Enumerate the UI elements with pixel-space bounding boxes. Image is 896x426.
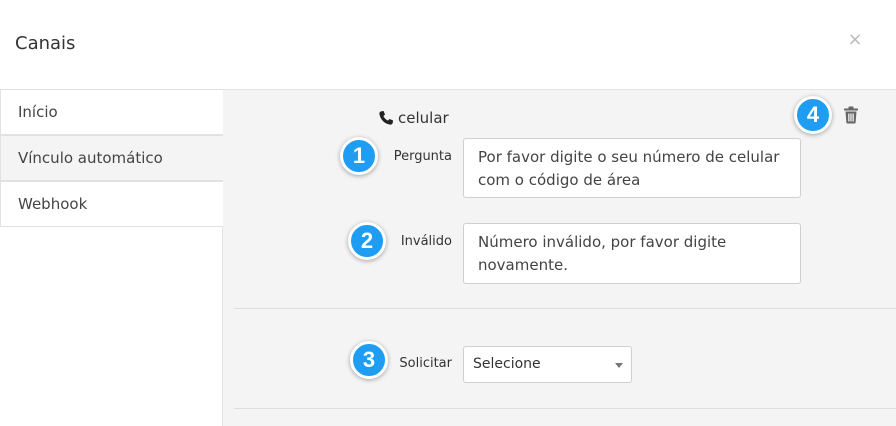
invalido-input[interactable]: Número inválido, por favor digite novame… — [463, 223, 801, 284]
modal-title: Canais — [15, 33, 76, 54]
sidebar-item-vinculo-automatico[interactable]: Vínculo automático — [0, 135, 226, 181]
pergunta-label: Pergunta — [393, 149, 452, 164]
callout-badge-4: 4 — [794, 96, 832, 134]
section-divider — [234, 408, 896, 409]
callout-badge-1: 1 — [340, 137, 378, 175]
channel-name-label: celular — [398, 109, 449, 127]
trash-icon[interactable] — [843, 106, 859, 124]
close-button[interactable]: × — [846, 30, 864, 50]
invalido-label: Inválido — [400, 234, 452, 249]
chevron-down-icon — [615, 363, 623, 368]
channel-name: celular — [378, 109, 449, 127]
solicitar-label: Solicitar — [399, 356, 452, 371]
solicitar-select[interactable]: Selecione — [463, 346, 632, 383]
sidebar-item-webhook[interactable]: Webhook — [0, 181, 226, 227]
phone-icon — [378, 110, 394, 126]
sidebar-item-inicio[interactable]: Início — [0, 89, 226, 135]
modal-header: Canais × — [0, 0, 896, 89]
callout-badge-3: 3 — [350, 341, 388, 379]
solicitar-select-value: Selecione — [473, 356, 541, 372]
pergunta-input[interactable]: Por favor digite o seu número de celular… — [463, 138, 801, 198]
section-divider — [234, 308, 896, 309]
callout-badge-2: 2 — [348, 222, 386, 260]
